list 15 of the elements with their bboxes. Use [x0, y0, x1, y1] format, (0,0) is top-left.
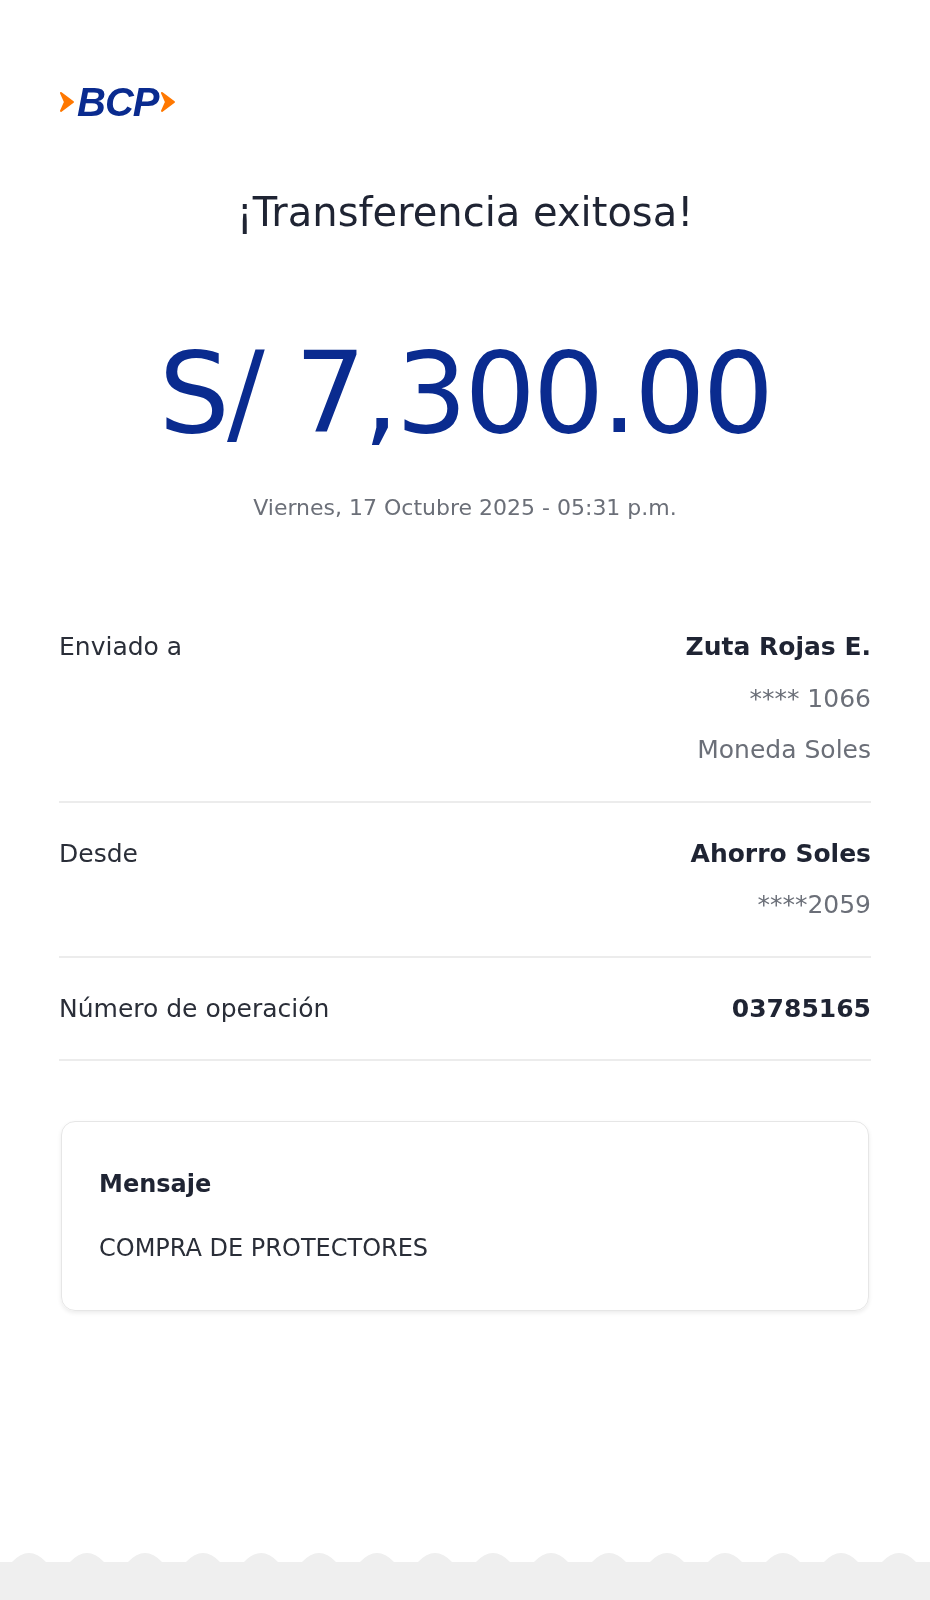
message-text: COMPRA DE PROTECTORES [99, 1233, 430, 1264]
detail-label: Número de operación [59, 992, 330, 1025]
success-title: ¡Transferencia exitosa! [235, 188, 695, 237]
bcp-logo: BCP [59, 82, 177, 122]
detail-value: **** 1066 [749, 682, 871, 715]
date-time: Viernes, 17 Octubre 2025 - 05:31 p.m. [252, 494, 678, 522]
detail-value: ****2059 [757, 889, 871, 921]
message-label: Mensaje [99, 1169, 213, 1200]
detail-value: Ahorro Soles [690, 837, 871, 870]
detail-value: 03785165 [731, 992, 871, 1025]
detail-value: Zuta Rojas E. [685, 631, 871, 663]
detail-value: Moneda Soles [697, 734, 871, 766]
detail-label: Desde [59, 837, 138, 870]
detail-label: Enviado a [59, 631, 183, 663]
amount: S/ 7,300.00 [157, 337, 773, 449]
